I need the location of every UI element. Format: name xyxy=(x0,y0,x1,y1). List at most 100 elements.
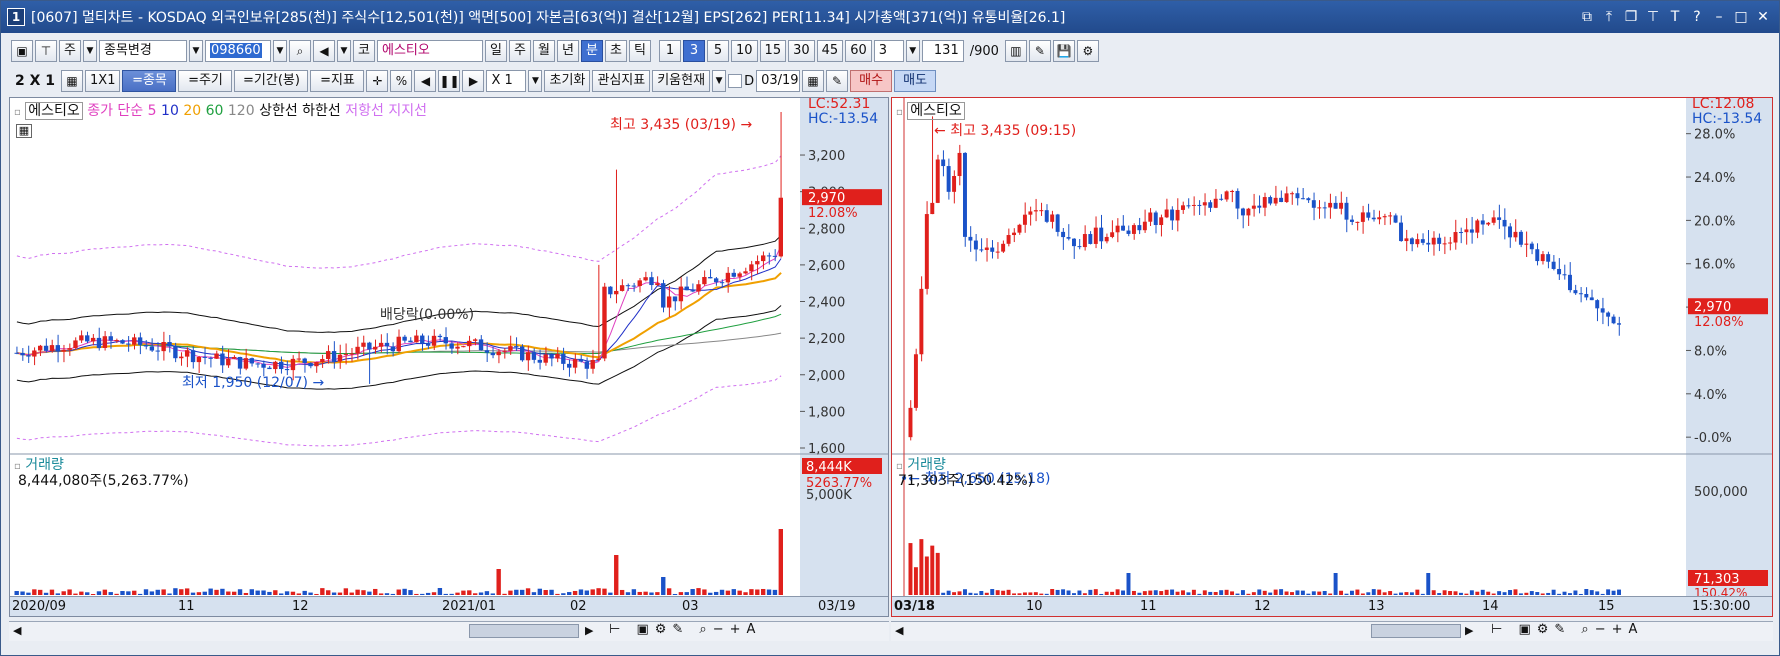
chart-type-icon[interactable]: ▥ xyxy=(1004,40,1027,62)
kiwoom-dropdown-icon[interactable]: ▼ xyxy=(712,70,727,92)
scroll-left-icon[interactable]: ◀ xyxy=(414,70,437,92)
close-icon[interactable]: ✕ xyxy=(1753,7,1773,27)
interval-45-button[interactable]: 45 xyxy=(816,40,844,62)
buy-button[interactable]: 매수 xyxy=(850,70,893,92)
interval-5-button[interactable]: 5 xyxy=(707,40,729,62)
calendar-icon[interactable]: ▦ xyxy=(802,70,825,92)
settings-icon[interactable]: ⚙ xyxy=(1076,40,1099,62)
date-checkbox[interactable] xyxy=(728,74,743,88)
scroll-left-arrow-icon[interactable]: ◀ xyxy=(895,624,903,637)
maximize-icon[interactable]: □ xyxy=(1731,7,1751,27)
watch-indicator-button[interactable]: 관심지표 xyxy=(592,70,651,92)
copy-window-icon[interactable]: ❐ xyxy=(1621,7,1641,27)
period-select[interactable]: 주 xyxy=(59,40,81,62)
scroll-right-icon[interactable]: ▶ xyxy=(462,70,485,92)
minute-chart-panel[interactable]: 28.0%24.0%20.0%16.0%12.0%8.0%4.0%-0.0%2,… xyxy=(891,97,1773,617)
main-toolbar: ▣ ⊤ 주 ▼ 종목변경 ▼ 098660 ▼ ⌕ ◀ ▼ 코 에스티오 일 주… xyxy=(1,37,1779,65)
market-button[interactable]: 코 xyxy=(353,40,375,62)
speaker-dropdown-icon[interactable]: ▼ xyxy=(337,40,351,62)
candle-body xyxy=(79,335,84,341)
right-scrollbar[interactable]: ◀ ▶ ⊢ ▣⚙✎ ⌕−+A xyxy=(891,621,1773,641)
second-button[interactable]: 초 xyxy=(605,40,627,62)
interval-60-button[interactable]: 60 xyxy=(845,40,872,62)
legend-stock-name[interactable]: 에스티오 xyxy=(907,102,965,120)
one-by-one-button[interactable]: 1X1 xyxy=(85,70,121,92)
candle-body xyxy=(1366,212,1371,218)
same-range-button[interactable]: =기간(봉) xyxy=(234,70,309,92)
day-button[interactable]: 일 xyxy=(485,40,507,62)
stock-code-input[interactable]: 098660 xyxy=(205,40,271,62)
interval-10-button[interactable]: 10 xyxy=(731,40,758,62)
candle-body xyxy=(1437,237,1442,244)
scroll-tools-icon[interactable]: ⊢ ▣⚙✎ ⌕−+A xyxy=(1491,622,1643,637)
volume-bar xyxy=(290,591,296,595)
interval-30-button[interactable]: 30 xyxy=(788,40,815,62)
volume-bar xyxy=(941,592,946,595)
scroll-right-arrow-icon[interactable]: ▶ xyxy=(1465,624,1473,637)
font-icon[interactable]: T xyxy=(1665,7,1685,27)
save-icon[interactable]: 💾 xyxy=(1052,40,1075,62)
interval-dropdown-icon[interactable]: ▼ xyxy=(905,40,920,62)
volume-bar xyxy=(1295,590,1300,595)
percent-icon[interactable]: % xyxy=(390,70,413,92)
grid-layout-icon[interactable]: ▦ xyxy=(61,70,84,92)
same-stock-button[interactable]: =종목 xyxy=(122,70,177,92)
legend-stock-name[interactable]: 에스티오 xyxy=(25,102,83,120)
dividend-label: 배당락(0.00%) xyxy=(380,307,475,323)
candle-body xyxy=(349,353,354,355)
candle-body xyxy=(108,336,113,341)
stock-name-field[interactable]: 에스티오 xyxy=(377,40,483,62)
scroll-thumb[interactable] xyxy=(1371,624,1461,638)
pin-icon[interactable]: ⊤ xyxy=(1643,7,1663,27)
code-dropdown-icon[interactable]: ▼ xyxy=(273,40,287,62)
title-bar[interactable]: 1 [0607] 멀티차트 - KOSDAQ 외국인보유[285(천)] 주식수… xyxy=(1,1,1779,33)
zoom-select[interactable]: X 1 xyxy=(486,70,527,92)
interval-3-button[interactable]: 3 xyxy=(683,40,705,62)
minute-button[interactable]: 분 xyxy=(581,40,603,62)
tick-button[interactable]: 틱 xyxy=(629,40,651,62)
pin-top-icon[interactable]: ⊤ xyxy=(35,40,57,62)
count-input[interactable]: 131 xyxy=(921,40,964,62)
kiwoom-current-button[interactable]: 키움현재 xyxy=(652,70,711,92)
period-dropdown-icon[interactable]: ▼ xyxy=(83,40,97,62)
search-icon[interactable]: ⌕ xyxy=(289,40,311,62)
left-scrollbar[interactable]: ◀ ▶ ⊢ ▣⚙✎ ⌕−+A xyxy=(9,621,889,641)
date-input[interactable]: 03/19 xyxy=(756,70,801,92)
daily-chart-canvas[interactable]: 3,2003,0002,8002,6002,4002,2002,0001,800… xyxy=(10,98,889,617)
candle-body xyxy=(1377,217,1382,220)
pause-icon[interactable]: ❚❚ xyxy=(438,70,461,92)
minimize-icon[interactable]: – xyxy=(1709,7,1729,27)
scroll-left-arrow-icon[interactable]: ◀ xyxy=(13,624,21,637)
layout-label[interactable]: 2 X 1 xyxy=(11,73,59,89)
interval-1-button[interactable]: 1 xyxy=(659,40,681,62)
scroll-tools-icon[interactable]: ⊢ ▣⚙✎ ⌕−+A xyxy=(609,622,761,637)
minute-chart-canvas[interactable]: 28.0%24.0%20.0%16.0%12.0%8.0%4.0%-0.0%2,… xyxy=(892,98,1773,617)
reset-button[interactable]: 초기화 xyxy=(544,70,591,92)
interval-15-button[interactable]: 15 xyxy=(759,40,787,62)
scroll-right-arrow-icon[interactable]: ▶ xyxy=(585,624,593,637)
table-icon[interactable]: ▦ xyxy=(16,124,32,138)
same-indicator-button[interactable]: =지표 xyxy=(310,70,365,92)
zoom-dropdown-icon[interactable]: ▼ xyxy=(528,70,543,92)
stock-change-select[interactable]: 종목변경 xyxy=(99,40,187,62)
window-icon[interactable]: ▣ xyxy=(11,40,33,62)
month-button[interactable]: 월 xyxy=(533,40,555,62)
pin-top-icon[interactable]: ⤒ xyxy=(1599,7,1619,27)
restore-layout-icon[interactable]: ⧉ xyxy=(1577,7,1597,27)
daily-chart-panel[interactable]: 3,2003,0002,8002,6002,4002,2002,0001,800… xyxy=(9,97,889,617)
candle-body xyxy=(173,346,178,359)
candle-body xyxy=(1431,237,1436,245)
order-icon[interactable]: ✎ xyxy=(826,70,849,92)
year-button[interactable]: 년 xyxy=(557,40,579,62)
volume-bar xyxy=(1137,592,1142,595)
scroll-thumb[interactable] xyxy=(469,624,579,638)
same-period-button[interactable]: =주기 xyxy=(178,70,233,92)
sell-button[interactable]: 매도 xyxy=(894,70,937,92)
interval-input[interactable]: 3 xyxy=(873,40,904,62)
tools-icon[interactable]: ✎ xyxy=(1028,40,1051,62)
speaker-icon[interactable]: ◀ xyxy=(313,40,335,62)
week-button[interactable]: 주 xyxy=(509,40,531,62)
crosshair-icon[interactable]: ✛ xyxy=(366,70,389,92)
help-icon[interactable]: ? xyxy=(1687,7,1707,27)
stock-change-dropdown-icon[interactable]: ▼ xyxy=(189,40,203,62)
